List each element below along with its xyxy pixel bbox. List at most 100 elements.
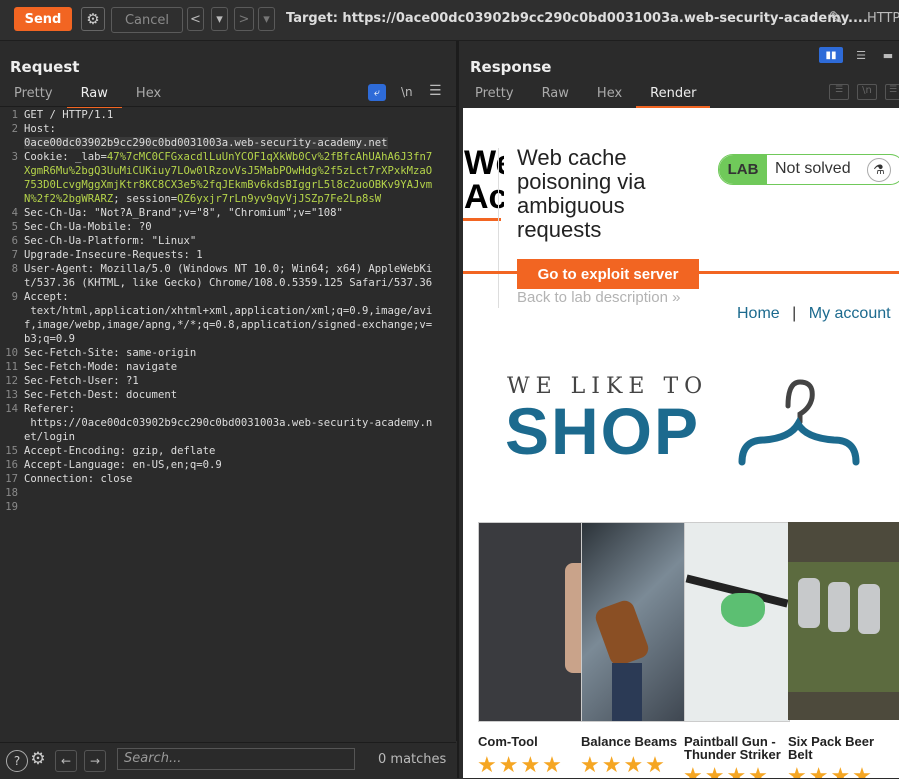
nav-my-account[interactable]: My account: [809, 305, 891, 322]
forward-history-dropdown[interactable]: ▾: [258, 7, 275, 31]
layout-stacked-button[interactable]: ☰: [849, 47, 873, 63]
header-value: ?0: [132, 221, 152, 233]
product-image[interactable]: [478, 522, 584, 722]
exploit-server-button[interactable]: Go to exploit server: [517, 259, 699, 289]
cancel-button[interactable]: Cancel: [111, 7, 183, 33]
menu-icon: ☰: [888, 85, 898, 95]
help-icon: ?: [13, 754, 21, 768]
hero-shop: SHOP: [505, 394, 701, 468]
header-line: Sec-Ch-Ua-Platform: "Linux": [24, 234, 438, 248]
header-value: https://0ace00dc03902b9cc290c0bd0031003a…: [24, 417, 433, 443]
top-nav: Home | My account: [737, 305, 891, 323]
layout-tabs-button[interactable]: ▬: [878, 47, 898, 63]
header-value: "Linux": [145, 235, 197, 247]
product-name[interactable]: Paintball Gun - Thunder Striker: [684, 735, 786, 761]
header-value: 0ace00dc03902b9cc290c0bd0031003a.web-sec…: [24, 137, 388, 149]
line-number: 19: [5, 501, 18, 513]
pencil-icon: ✎: [828, 7, 844, 29]
edit-target-button[interactable]: ✎: [825, 7, 847, 29]
line-number: 10: [5, 347, 18, 359]
hanger-icon: [738, 379, 860, 466]
header-key: Sec-Fetch-Site:: [24, 347, 120, 359]
line-number: 9: [11, 291, 18, 303]
request-editor[interactable]: 1 GET / HTTP/1.1 2 Host: 0ace00dc03902b9cc2…: [0, 108, 456, 514]
request-menu-button[interactable]: ☰: [429, 83, 442, 99]
tab-pretty[interactable]: Pretty: [0, 84, 67, 106]
header-value: same-origin: [119, 347, 197, 359]
columns-icon: ▮▮: [825, 49, 837, 61]
target-url[interactable]: Target: https://0ace00dc03902b9cc290c0bd…: [286, 11, 868, 26]
tab-raw[interactable]: Raw: [66, 84, 122, 108]
header-line: Sec-Fetch-Dest: document: [24, 388, 438, 402]
layout-side-by-side-button[interactable]: ▮▮: [819, 47, 843, 63]
lab-badge: LAB: [719, 155, 767, 184]
gear-icon: ⚙: [30, 749, 46, 769]
response-tabs: Pretty Raw Hex Render: [461, 84, 711, 108]
product-name[interactable]: Balance Beams: [581, 735, 683, 748]
header-line: Accept-Encoding: gzip, deflate: [24, 444, 438, 458]
newline-toggle[interactable]: \n: [401, 85, 413, 99]
wrap-toggle-button[interactable]: ☰: [829, 84, 849, 100]
nav-separator: |: [792, 305, 797, 322]
line-number: 14: [5, 403, 18, 415]
render-view[interactable]: We Ac Web cache poisoning via ambiguous …: [463, 108, 899, 778]
search-settings-button[interactable]: ⚙: [28, 748, 48, 770]
product-image[interactable]: [581, 522, 687, 722]
header-line: Upgrade-Insecure-Requests: 1: [24, 248, 438, 262]
header-value: 1: [189, 249, 203, 261]
tab-hex[interactable]: Hex: [583, 84, 636, 106]
header-line: Host: 0ace00dc03902b9cc290c0bd0031003a.we…: [24, 122, 438, 150]
header-line: Sec-Ch-Ua-Mobile: ?0: [24, 220, 438, 234]
back-button[interactable]: <: [187, 7, 204, 31]
help-button[interactable]: ?: [6, 750, 28, 772]
tab-render[interactable]: Render: [636, 84, 711, 108]
next-match-button[interactable]: →: [84, 750, 106, 772]
rating-stars: ★★★★: [683, 764, 770, 778]
response-menu-button[interactable]: ☰: [885, 84, 899, 100]
double-chevron-icon: »: [672, 289, 681, 306]
previous-match-button[interactable]: ←: [55, 750, 77, 772]
product-image[interactable]: [684, 522, 790, 722]
header-key: Sec-Ch-Ua-Platform:: [24, 235, 146, 247]
request-tabs: Pretty Raw Hex: [0, 84, 175, 108]
newline-toggle[interactable]: \n: [857, 84, 877, 100]
http-version-tab[interactable]: HTTP: [867, 11, 899, 26]
tab-hex[interactable]: Hex: [122, 84, 175, 106]
product-image[interactable]: [788, 522, 899, 720]
logo-underline: [463, 218, 501, 221]
back-to-lab-link[interactable]: Back to lab description »: [517, 289, 680, 306]
product-name[interactable]: Six Pack Beer Belt: [788, 735, 894, 761]
rating-stars: ★★★★: [580, 753, 667, 778]
nav-home[interactable]: Home: [737, 305, 780, 322]
line-number: 12: [5, 375, 18, 387]
settings-gear-button[interactable]: ⚙: [81, 7, 105, 31]
forward-button[interactable]: >: [234, 7, 254, 31]
line-number: 7: [11, 249, 18, 261]
tab-raw[interactable]: Raw: [528, 84, 583, 106]
product-name[interactable]: Com-Tool: [478, 735, 578, 748]
paintballs-shape: [721, 593, 765, 627]
header-key: Accept-Language:: [24, 459, 127, 471]
back-history-dropdown[interactable]: ▾: [211, 7, 228, 31]
cookie-lab-key: _lab=: [75, 151, 107, 163]
header-key: User-Agent:: [24, 263, 95, 275]
cookie-line: Cookie: _lab=47%7cMC0CFGxacdlLuUnYCOF1qX…: [24, 150, 438, 206]
header-value: gzip, deflate: [126, 445, 216, 457]
wrap-toggle-button[interactable]: ⤶: [368, 84, 386, 101]
back-link-label: Back to lab description: [517, 289, 668, 306]
header-value: close: [94, 473, 133, 485]
rating-stars: ★★★★: [477, 753, 564, 778]
header-value: "Not?A_Brand";v="8", "Chromium";v="108": [87, 207, 343, 219]
trouser-shape: [612, 663, 642, 721]
gear-icon: ⚙: [86, 10, 100, 28]
header-line: Referer: https://0ace00dc03902b9cc290c0b…: [24, 402, 438, 444]
tab-pretty[interactable]: Pretty: [461, 84, 528, 106]
panel-divider[interactable]: [457, 41, 459, 778]
line-number: 1: [11, 109, 18, 121]
send-button[interactable]: Send: [14, 7, 72, 31]
search-input[interactable]: Search...: [117, 748, 355, 770]
header-line: Accept: text/html,application/xhtml+xml,…: [24, 290, 438, 346]
arrow-left-icon: ←: [60, 754, 72, 768]
header-key: Cookie:: [24, 151, 76, 163]
line-number: 11: [5, 361, 18, 373]
